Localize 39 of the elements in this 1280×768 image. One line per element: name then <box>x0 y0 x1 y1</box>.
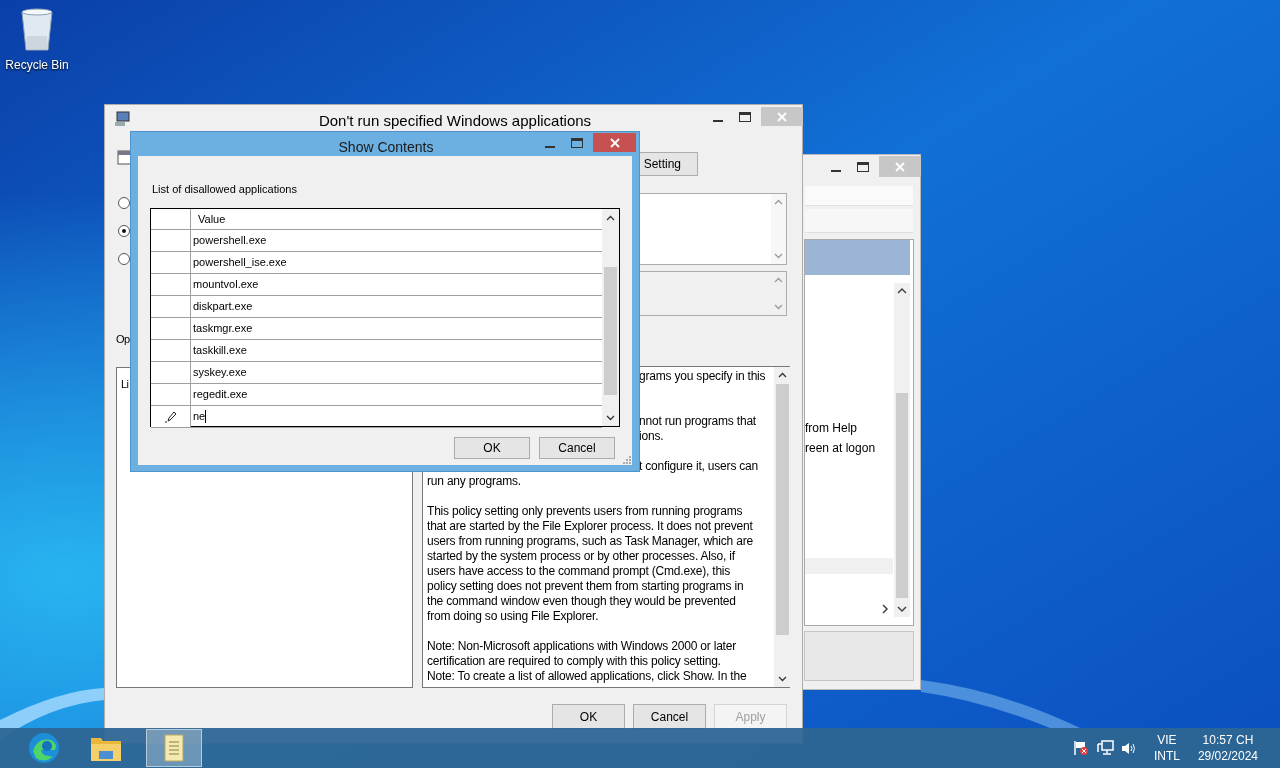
cell-input[interactable]: ne <box>191 406 602 427</box>
help-text-line: Note: Non-Microsoft applications with Windows 2000 or later <box>427 639 737 654</box>
help-text-line: that are started by the File Explorer process. It does not prevent <box>427 519 754 534</box>
dialog-button[interactable]: Cancel <box>633 704 706 729</box>
help-text-line: ions. <box>639 429 665 444</box>
window-title: Don't run specified Windows applications <box>317 111 593 131</box>
section-label: Op <box>116 332 130 347</box>
table-cell-text: powershell_ise.exe <box>192 255 288 271</box>
help-text-line: users from running programs, such as Task Manager, which are <box>427 534 754 549</box>
window-title: Show Contents <box>337 138 435 157</box>
help-text-line: from doing so using File Explorer. <box>427 609 600 624</box>
column-header[interactable]: Value <box>191 209 226 229</box>
help-text-line: users have access to the command prompt (Cmd.exe), this <box>427 564 732 579</box>
table-cell-text: powershell.exe <box>192 233 268 249</box>
help-text-line: started by the system process or by other processes. Also, if <box>427 549 736 564</box>
help-text-line: run any programs. <box>427 474 522 489</box>
options-text: Li <box>121 377 129 392</box>
help-text-line: nnot run programs that <box>639 414 757 429</box>
table-cell-text: diskpart.exe <box>192 299 254 315</box>
table-cell-text: taskmgr.exe <box>192 321 254 337</box>
help-text-line: grams you specify in this <box>639 369 766 384</box>
table-cell-text: mountvol.exe <box>192 277 260 293</box>
table-cell-text: taskkill.exe <box>192 343 248 359</box>
list-text: from Help <box>805 421 858 436</box>
table-cell-text: regedit.exe <box>192 387 249 403</box>
icon-label[interactable]: Recycle Bin <box>5 56 69 74</box>
table-cell-text: syskey.exe <box>192 365 248 381</box>
dialog-button[interactable]: OK <box>454 437 530 459</box>
help-text-line: the command window even though they would be prevented <box>427 594 737 609</box>
dialog-button[interactable]: Cancel <box>539 437 615 459</box>
list-label: List of disallowed applications <box>152 182 297 197</box>
help-text-line: certification are required to comply with this policy setting. <box>427 654 722 669</box>
list-text: reen at logon <box>805 441 876 456</box>
clock[interactable]: 10:57 CH 29/02/2024 <box>1197 732 1258 764</box>
help-text-line: policy setting does not prevent them from starting programs in <box>427 579 745 594</box>
dialog-button[interactable]: OK <box>552 704 625 729</box>
help-text-line: Note: To create a list of allowed applications, click Show. In the <box>427 669 748 684</box>
help-text-line: This policy setting only prevents users from running programs <box>427 504 744 519</box>
language-indicator[interactable]: VIE INTL <box>1153 732 1180 764</box>
